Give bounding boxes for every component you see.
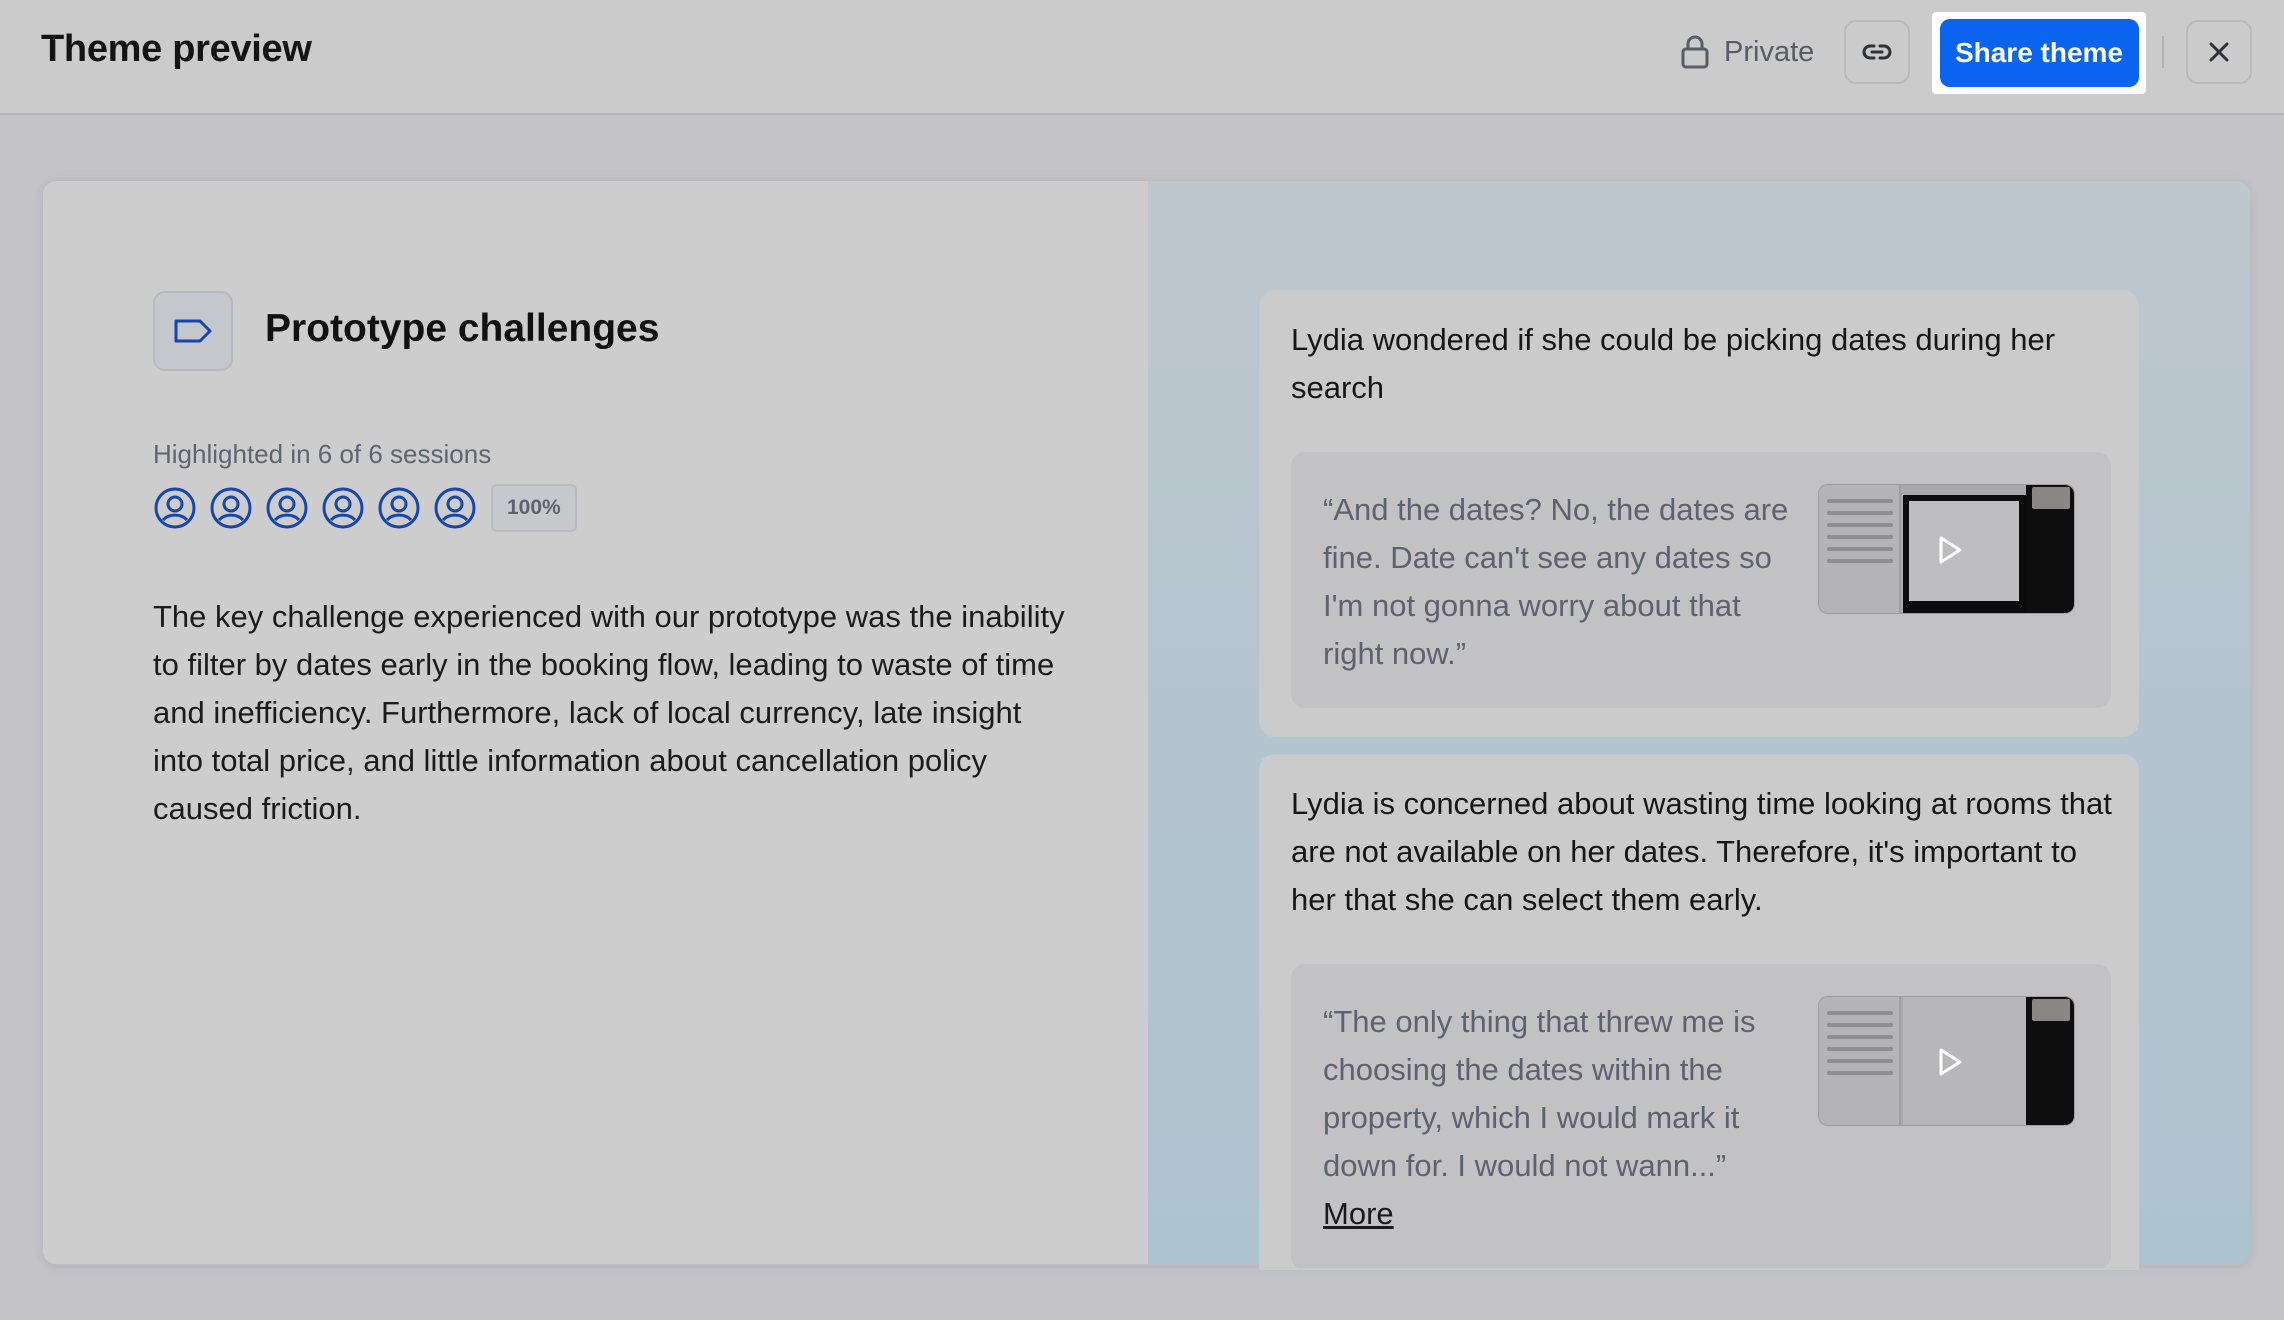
play-icon[interactable] (1937, 1047, 1963, 1077)
user-circle-icon[interactable] (377, 486, 421, 530)
privacy-label: Private (1724, 35, 1815, 68)
theme-summary-pane: Prototype challenges Highlighted in 6 of… (43, 181, 1148, 1264)
theme-tag-badge (153, 291, 233, 371)
user-circle-icon[interactable] (153, 486, 197, 530)
quote-content: “The only thing that threw me is choosin… (1323, 1004, 1756, 1183)
user-circle-icon[interactable] (433, 486, 477, 530)
insight-card[interactable]: Lydia is concerned about wasting time lo… (1259, 754, 2139, 1270)
quote-text: “The only thing that threw me is choosin… (1323, 998, 1808, 1238)
user-circle-icon[interactable] (265, 486, 309, 530)
close-icon (2209, 42, 2229, 62)
close-button[interactable] (2186, 20, 2252, 84)
video-thumbnail[interactable] (1818, 996, 2075, 1126)
more-link[interactable]: More (1323, 1190, 1808, 1238)
quote-text: “And the dates? No, the dates are fine. … (1323, 492, 1789, 671)
header-divider (2162, 36, 2164, 68)
video-thumbnail[interactable] (1818, 484, 2075, 614)
theme-title: Prototype challenges (265, 307, 660, 350)
lock-icon (1681, 35, 1709, 69)
insight-text: Lydia wondered if she could be picking d… (1291, 322, 2056, 405)
insight-text: Lydia is concerned about wasting time lo… (1291, 786, 2112, 917)
quote-box: “And the dates? No, the dates are fine. … (1291, 452, 2111, 708)
share-theme-highlight: Share theme (1932, 12, 2146, 94)
share-theme-button[interactable]: Share theme (1939, 19, 2139, 87)
quote-box: “The only thing that threw me is choosin… (1291, 964, 2111, 1268)
play-icon[interactable] (1937, 535, 1963, 565)
theme-summary: The key challenge experienced with our p… (153, 599, 1065, 826)
top-bar: Theme preview Private Share theme (0, 0, 2284, 115)
tag-icon (174, 319, 212, 343)
participant-avatars: 100% (153, 483, 577, 533)
session-highlight-count: Highlighted in 6 of 6 sessions (153, 439, 492, 469)
user-circle-icon[interactable] (321, 486, 365, 530)
user-circle-icon[interactable] (209, 486, 253, 530)
page-title: Theme preview (41, 28, 312, 70)
coverage-badge: 100% (491, 484, 577, 532)
privacy-toggle[interactable]: Private (1680, 30, 1814, 74)
copy-link-button[interactable] (1844, 20, 1910, 84)
insight-card[interactable]: Lydia wondered if she could be picking d… (1259, 290, 2139, 737)
link-icon (1862, 44, 1892, 60)
